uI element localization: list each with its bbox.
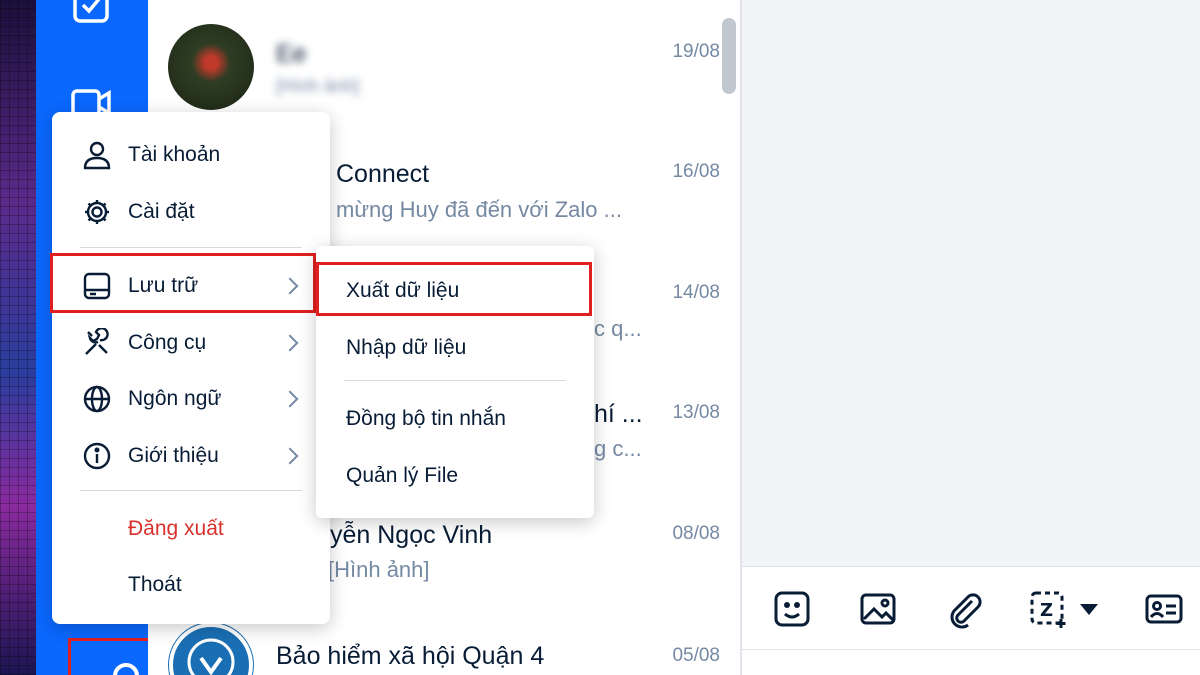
menu-divider bbox=[80, 247, 302, 248]
sticker-icon[interactable] bbox=[770, 587, 814, 631]
attachment-icon[interactable] bbox=[942, 587, 986, 631]
menu-item-logout[interactable]: Đăng xuất bbox=[52, 501, 330, 557]
chat-toolbar: Z bbox=[742, 566, 1200, 650]
conversation-name: Ee bbox=[276, 40, 307, 68]
menu-item-account[interactable]: Tài khoản bbox=[52, 127, 330, 183]
conversation-snippet: [Hình ảnh] bbox=[276, 76, 360, 96]
submenu-item-import-data[interactable]: Nhập dữ liệu bbox=[316, 321, 594, 377]
screenshot-icon[interactable]: Z bbox=[1026, 587, 1070, 631]
conversation-snippet: [Hình ảnh] bbox=[328, 557, 430, 582]
menu-item-tools[interactable]: Công cụ bbox=[52, 315, 330, 371]
svg-text:Z: Z bbox=[1040, 600, 1053, 621]
image-icon[interactable] bbox=[856, 587, 900, 631]
message-compose-area[interactable] bbox=[742, 650, 1200, 675]
menu-item-label: Tài khoản bbox=[128, 143, 221, 166]
conversation-name: Connect bbox=[336, 160, 430, 188]
avatar bbox=[168, 24, 254, 110]
chevron-right-icon bbox=[281, 390, 299, 408]
highlight-box bbox=[316, 262, 592, 316]
conversation-date: 16/08 bbox=[672, 161, 720, 182]
conversation-snippet: mừng Huy đã đến với Zalo ... bbox=[336, 197, 622, 222]
gear-icon bbox=[85, 200, 109, 224]
tools-icon bbox=[85, 328, 109, 355]
menu-item-about[interactable]: Giới thiệu bbox=[52, 428, 330, 484]
menu-item-label: Đăng xuất bbox=[128, 517, 224, 540]
conversation-name: hí ... bbox=[594, 400, 643, 428]
conversation-name: yễn Ngọc Vinh bbox=[330, 521, 493, 549]
highlight-box bbox=[50, 253, 316, 313]
storage-submenu: Xuất dữ liệu Nhập dữ liệu Đồng bộ tin nh… bbox=[316, 246, 594, 518]
settings-menu: Tài khoản Cài đặt Lưu trữ Công cụ Ngôn n… bbox=[50, 112, 330, 624]
conversation-name: Bảo hiểm xã hội Quận 4 bbox=[276, 642, 545, 670]
chevron-right-icon bbox=[281, 334, 299, 352]
submenu-divider bbox=[344, 380, 566, 381]
conversation-date: 05/08 bbox=[672, 645, 720, 666]
menu-item-label: Giới thiệu bbox=[128, 444, 219, 467]
submenu-item-file-manager[interactable]: Quản lý File bbox=[316, 449, 594, 505]
menu-item-label: Thoát bbox=[128, 573, 182, 596]
chevron-right-icon bbox=[281, 447, 299, 465]
submenu-item-label: Nhập dữ liệu bbox=[346, 336, 467, 359]
info-icon bbox=[83, 442, 111, 470]
social-insurance-logo-icon bbox=[169, 623, 253, 675]
submenu-item-sync-messages[interactable]: Đồng bộ tin nhắn bbox=[316, 392, 594, 448]
todo-icon[interactable] bbox=[66, 0, 116, 34]
conversation-date: 13/08 bbox=[672, 402, 720, 423]
user-icon bbox=[83, 141, 111, 170]
avatar bbox=[168, 622, 254, 675]
menu-item-language[interactable]: Ngôn ngữ bbox=[52, 371, 330, 427]
settings-icon bbox=[113, 663, 139, 675]
chat-area bbox=[742, 0, 1200, 566]
menu-item-label: Cài đặt bbox=[128, 200, 195, 223]
conversation-date: 08/08 bbox=[672, 523, 720, 544]
contact-card-icon[interactable] bbox=[1142, 587, 1186, 631]
dropdown-icon[interactable] bbox=[1070, 587, 1110, 631]
desktop-background bbox=[0, 0, 36, 675]
menu-item-label: Ngôn ngữ bbox=[128, 387, 222, 410]
menu-item-label: Công cụ bbox=[128, 331, 207, 354]
conversation-snippet: g c... bbox=[594, 436, 642, 461]
conversation-date: 14/08 bbox=[672, 282, 720, 303]
menu-item-settings[interactable]: Cài đặt bbox=[52, 184, 330, 240]
menu-item-exit[interactable]: Thoát bbox=[52, 557, 330, 613]
submenu-item-label: Quản lý File bbox=[346, 464, 459, 487]
menu-divider bbox=[80, 490, 302, 491]
conversation-date: 19/08 bbox=[672, 41, 720, 62]
conversation-list-scrollbar[interactable] bbox=[722, 18, 736, 94]
globe-icon bbox=[83, 385, 111, 413]
conversation-snippet: c q... bbox=[594, 316, 642, 341]
submenu-item-label: Đồng bộ tin nhắn bbox=[346, 407, 506, 430]
conversation-item[interactable]: Ee [Hình ảnh] 19/08 bbox=[148, 0, 740, 120]
